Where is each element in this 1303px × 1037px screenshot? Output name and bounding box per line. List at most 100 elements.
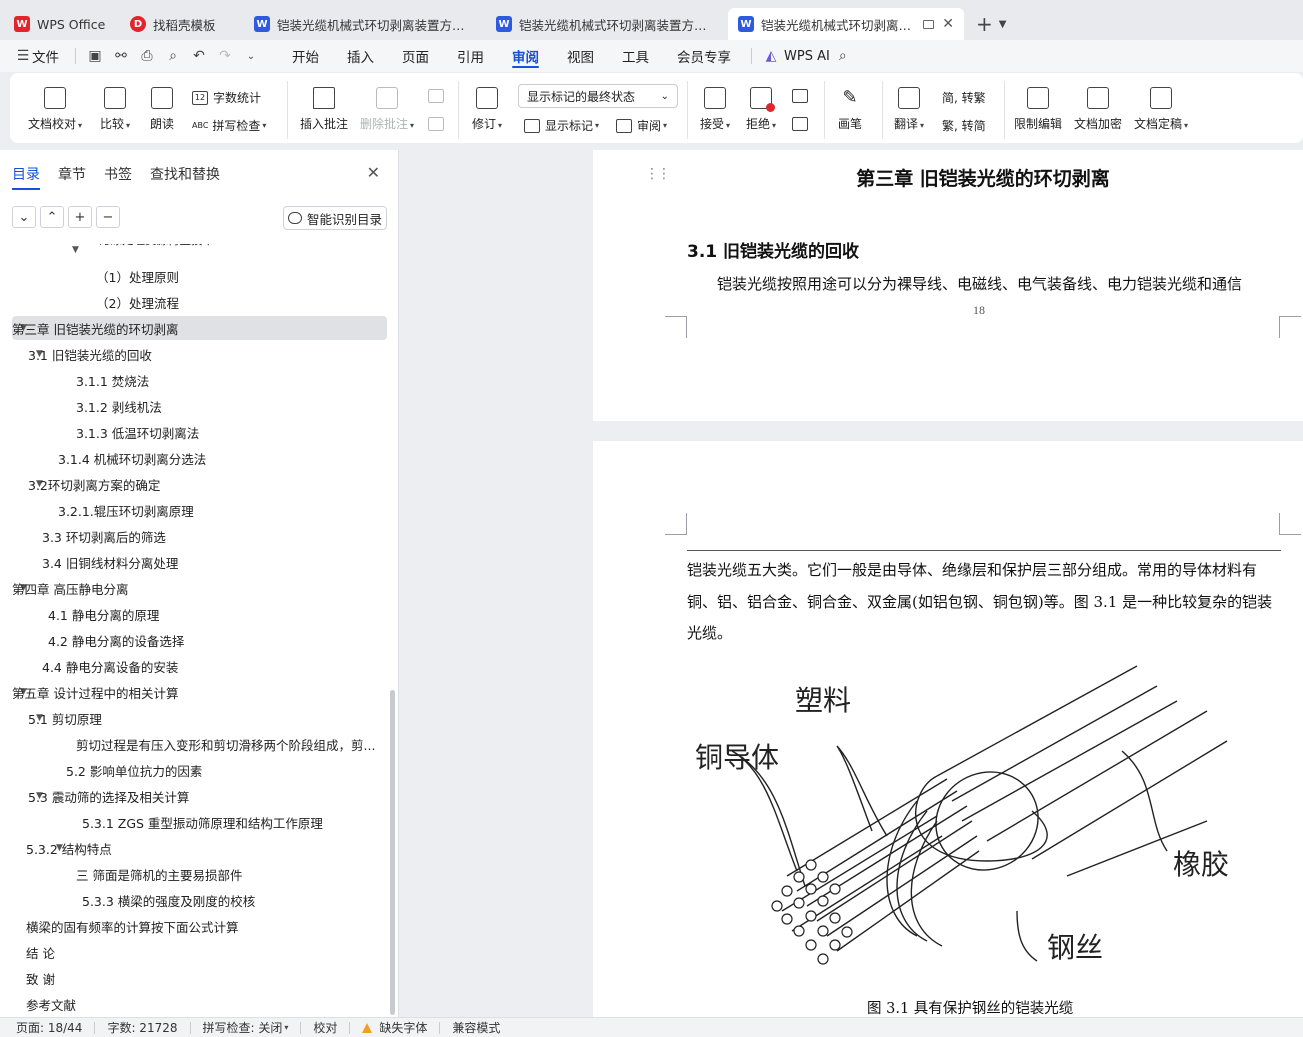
toc-item[interactable]: （1）处理原则: [0, 264, 392, 288]
tab-document-1[interactable]: W 铠装光缆机械式环切剥离装置方案设计: [244, 8, 482, 40]
restrict-edit-button[interactable]: 限制编辑: [1014, 87, 1062, 132]
spell-check-button[interactable]: ABC 拼写检查 ▾: [192, 117, 266, 134]
toc-item[interactable]: 三 筛面是筛机的主要易损部件: [0, 862, 392, 886]
tab-document-2[interactable]: W 铠装光缆机械式环切剥离装置方案设计: [486, 8, 724, 40]
doc-proof-button[interactable]: 文档校对 ▾: [28, 87, 82, 132]
print-icon[interactable]: ⎙: [134, 40, 160, 72]
toc-item[interactable]: （2）处理流程: [0, 290, 392, 314]
close-icon[interactable]: ✕: [367, 163, 380, 182]
undo-icon[interactable]: ↶: [186, 40, 212, 72]
insert-comment-button[interactable]: 插入批注: [300, 87, 348, 132]
file-menu[interactable]: 文件: [32, 46, 59, 66]
next-comment-icon[interactable]: [428, 117, 449, 131]
chapter-heading[interactable]: 第三章 旧铠装光缆的环切剥离: [593, 164, 1303, 191]
menu-home[interactable]: 开始: [278, 40, 333, 72]
tab-sections[interactable]: 章节: [58, 164, 86, 190]
toc-item[interactable]: 3.4 旧铜线材料分离处理: [0, 550, 392, 574]
search-icon[interactable]: ⌕: [830, 40, 856, 72]
toc-item[interactable]: 3.2.1.辊压环切剥离原理: [0, 498, 392, 522]
close-icon[interactable]: ✕: [942, 16, 954, 32]
review-pane-button[interactable]: 审阅 ▾: [616, 117, 667, 134]
tab-toc[interactable]: 目录: [12, 164, 40, 190]
menu-view[interactable]: 视图: [553, 40, 608, 72]
prev-comment-icon[interactable]: [428, 89, 449, 103]
word-count[interactable]: 字数: 21728: [107, 1019, 177, 1036]
monitor-icon[interactable]: [922, 19, 935, 29]
section-heading[interactable]: 3.1 旧铠装光缆的回收: [687, 237, 859, 262]
toc-item[interactable]: 4.1 静电分离的原理: [0, 602, 392, 626]
toc-item[interactable]: 4.2 静电分离的设备选择: [0, 628, 392, 652]
link-icon[interactable]: ⚯: [108, 40, 134, 72]
toc-item[interactable]: ▼3.污冻处理资源再生技术: [0, 244, 392, 262]
menu-member[interactable]: 会员专享: [663, 40, 745, 72]
toc-item[interactable]: 5.3.1 ZGS 重型振动筛原理和结构工作原理: [0, 810, 392, 834]
smart-toc-button[interactable]: 智能识别目录: [283, 206, 387, 230]
wps-ai-button[interactable]: WPS AI: [784, 49, 830, 64]
menu-review[interactable]: 审阅: [498, 40, 553, 72]
prev-change-icon[interactable]: [792, 89, 813, 103]
remove-heading-button[interactable]: −: [96, 206, 120, 228]
toc-item[interactable]: ▼ 3.2环切剥离方案的确定: [0, 472, 392, 496]
toc-item[interactable]: ▼ 第五章 设计过程中的相关计算: [0, 680, 392, 704]
scrollbar[interactable]: [390, 690, 395, 1015]
page-indicator[interactable]: 页面: 18/44: [16, 1019, 82, 1036]
toc-item[interactable]: ▼ 第四章 高压静电分离: [0, 576, 392, 600]
chevron-down-icon[interactable]: ▼: [999, 8, 1007, 40]
trad-to-simp-button[interactable]: 繁, 转简: [942, 117, 986, 134]
toc-item[interactable]: 剪切过程是有压入变形和剪切滑移两个阶段组成，剪...: [0, 732, 392, 756]
tab-bookmarks[interactable]: 书签: [104, 164, 132, 190]
show-markup-button[interactable]: 显示标记 ▾: [524, 117, 599, 134]
menu-page[interactable]: 页面: [388, 40, 443, 72]
next-change-icon[interactable]: [792, 117, 813, 131]
save-icon[interactable]: ▣: [82, 40, 108, 72]
toc-item[interactable]: 横梁的固有频率的计算按下面公式计算: [0, 914, 392, 938]
toc-item[interactable]: ▼ 第三章 旧铠装光缆的环切剥离: [12, 316, 387, 340]
delete-comment-button[interactable]: 删除批注 ▾: [360, 87, 414, 132]
word-count-button[interactable]: 12 字数统计: [192, 89, 261, 106]
simp-to-trad-button[interactable]: 简, 转繁: [942, 89, 986, 106]
pen-button[interactable]: ✎ 画笔: [838, 87, 862, 132]
add-heading-button[interactable]: +: [68, 206, 92, 228]
compare-button[interactable]: 比较 ▾: [100, 87, 130, 132]
toc-item[interactable]: ▼ 3.1 旧铠装光缆的回收: [0, 342, 392, 366]
toc-item[interactable]: 3.1.3 低温环切剥离法: [0, 420, 392, 444]
toc-item[interactable]: 参考文献: [0, 992, 392, 1016]
proof-status[interactable]: 校对: [313, 1019, 337, 1036]
accept-button[interactable]: 接受 ▾: [700, 87, 730, 132]
collapse-up-button[interactable]: ⌃: [40, 206, 64, 228]
markup-state-select[interactable]: 显示标记的最终状态 ⌄: [518, 84, 678, 108]
toc-item[interactable]: 致 谢: [0, 966, 392, 990]
toc-item[interactable]: 4.4 静电分离设备的安装: [0, 654, 392, 678]
toc-item[interactable]: 3.1.2 剥线机法: [0, 394, 392, 418]
print-preview-icon[interactable]: ⌕: [160, 40, 186, 72]
tab-document-active[interactable]: W 铠装光缆机械式环切剥离装置 ✕: [728, 8, 964, 40]
paragraph[interactable]: 铠装光缆五大类。它们一般是由导体、绝缘层和保护层三部分组成。常用的导体材料有铜、…: [687, 555, 1283, 650]
redo-icon[interactable]: ↷: [212, 40, 238, 72]
read-aloud-button[interactable]: 朗读: [150, 87, 174, 132]
toc-item[interactable]: ▼ 5.1 剪切原理: [0, 706, 392, 730]
translate-button[interactable]: 翻译 ▾: [894, 87, 924, 132]
tab-find-replace[interactable]: 查找和替换: [150, 164, 220, 190]
toc-item[interactable]: ▼ 5.3 震动筛的选择及相关计算: [0, 784, 392, 808]
figure-cable-diagram[interactable]: 塑料 铜导体 橡胶 钢丝: [687, 661, 1267, 1001]
chevron-down-icon[interactable]: ⌄: [238, 40, 264, 72]
toc-item[interactable]: ▼ 5.3.2 结构特点: [0, 836, 392, 860]
missing-font-status[interactable]: 缺失字体: [362, 1019, 427, 1036]
toc-item[interactable]: 3.1.1 焚烧法: [0, 368, 392, 392]
reject-button[interactable]: 拒绝 ▾: [746, 87, 776, 132]
tab-docer-templates[interactable]: D 找稻壳模板: [120, 8, 240, 40]
hamburger-icon[interactable]: ☰: [14, 40, 32, 72]
paragraph[interactable]: 铠装光缆按照用途可以分为裸导线、电磁线、电气装备线、电力铠装光缆和通信: [687, 273, 1283, 295]
expand-arrow-icon[interactable]: ▼: [72, 245, 86, 255]
expand-down-button[interactable]: ⌄: [12, 206, 36, 228]
menu-insert[interactable]: 插入: [333, 40, 388, 72]
toc-item[interactable]: 3.3 环切剥离后的筛选: [0, 524, 392, 548]
finalize-button[interactable]: 文档定稿 ▾: [1134, 87, 1188, 132]
new-tab-button[interactable]: +: [976, 8, 993, 40]
figure-caption[interactable]: 图 3.1 具有保护钢丝的铠装光缆: [867, 997, 1073, 1017]
toc-item[interactable]: 3.1.4 机械环切剥离分选法: [0, 446, 392, 470]
tab-wps-office[interactable]: W WPS Office: [4, 8, 116, 40]
spell-check-status[interactable]: 拼写检查: 关闭 ▾: [203, 1019, 289, 1036]
toc-item[interactable]: 5.3.3 横梁的强度及刚度的校核: [0, 888, 392, 912]
revise-button[interactable]: 修订 ▾: [472, 87, 502, 132]
